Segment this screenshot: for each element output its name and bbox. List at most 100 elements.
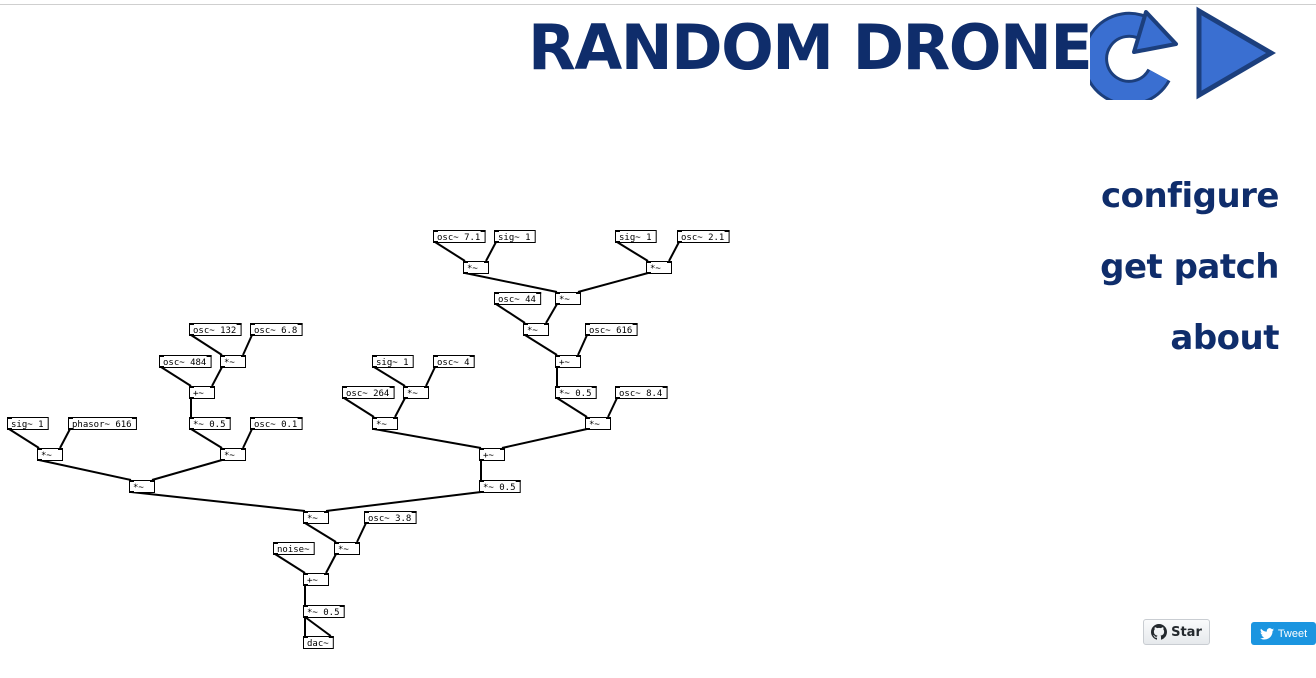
patch-wire [373, 428, 482, 449]
patch-wire [190, 334, 223, 356]
pd-inlet [303, 636, 308, 638]
pd-object-label: *~ [589, 420, 600, 430]
pd-object-box[interactable]: sig~ 1 [372, 355, 414, 368]
pd-object-label: *~ [376, 420, 387, 430]
pd-inlet [339, 605, 345, 607]
pd-inlet [220, 448, 225, 450]
star-label: Star [1171, 624, 1202, 640]
pd-object-label: osc~ 484 [163, 358, 206, 368]
pd-object-box[interactable]: osc~ 132 [189, 323, 242, 336]
pd-object-box[interactable]: *~ [220, 448, 246, 461]
pd-object-box[interactable]: +~ [303, 573, 329, 586]
pd-object-box[interactable]: *~ [523, 323, 549, 336]
pd-object-box[interactable]: *~ [555, 292, 581, 305]
pd-object-box[interactable]: osc~ 4 [433, 355, 475, 368]
pd-object-label: sig~ 1 [619, 233, 652, 243]
pd-object-box[interactable]: *~ [37, 448, 63, 461]
pd-object-box[interactable]: +~ [189, 386, 215, 399]
pd-inlet [220, 355, 225, 357]
pd-inlet [494, 230, 499, 232]
pd-inlet [297, 417, 303, 419]
pd-object-box[interactable]: osc~ 44 [494, 292, 542, 305]
pd-inlet [297, 323, 303, 325]
pd-inlet [724, 230, 730, 232]
pd-object-box[interactable]: osc~ 2.1 [677, 230, 730, 243]
pd-inlet [585, 323, 590, 325]
pd-object-box[interactable]: sig~ 1 [494, 230, 536, 243]
patch-wire [325, 491, 482, 512]
pd-object-box[interactable]: *~ [463, 261, 489, 274]
patch-wire [8, 428, 40, 449]
pd-inlet [576, 292, 581, 294]
pd-object-label: +~ [193, 389, 204, 399]
pd-object-box[interactable]: *~ 0.5 [479, 480, 521, 493]
pd-inlet [536, 292, 542, 294]
pd-object-label: +~ [559, 358, 570, 368]
pd-inlet [662, 386, 668, 388]
pd-object-box[interactable]: osc~ 484 [159, 355, 212, 368]
pd-object-box[interactable]: *~ [403, 386, 429, 399]
tweet-button[interactable]: Tweet [1251, 622, 1316, 645]
pd-inlet [189, 417, 194, 419]
pd-object-box[interactable]: *~ [303, 511, 329, 524]
pd-inlet [433, 355, 438, 357]
patch-wire [325, 553, 337, 574]
pd-inlet [494, 292, 499, 294]
pd-object-box[interactable]: *~ [334, 542, 360, 555]
pd-patch-canvas: osc~ 7.1 sig~ 1 sig~ 1 osc~ 2.1 *~ *~ osc~ 44 *… [7, 230, 730, 649]
pd-object-box[interactable]: osc~ 0.1 [250, 417, 303, 430]
pd-object-box[interactable]: *~ [220, 355, 246, 368]
pd-object-label: sig~ 1 [376, 358, 409, 368]
pd-inlet [523, 323, 528, 325]
pd-object-box[interactable]: *~ [372, 417, 398, 430]
pd-inlet [189, 386, 194, 388]
pd-object-box[interactable]: *~ 0.5 [303, 605, 345, 618]
pd-inlet [324, 573, 329, 575]
pd-inlet [342, 386, 347, 388]
pd-inlet [500, 448, 505, 450]
patch-wire [242, 334, 253, 356]
github-star-button[interactable]: Star [1143, 619, 1210, 645]
pd-inlet [250, 323, 255, 325]
pd-inlet [241, 448, 246, 450]
pd-object-box[interactable]: osc~ 264 [342, 386, 395, 399]
pd-inlet [225, 417, 231, 419]
pd-object-box[interactable]: osc~ 8.4 [615, 386, 668, 399]
patch-wire [151, 459, 223, 481]
pd-inlet [129, 480, 134, 482]
pd-inlet [463, 261, 468, 263]
pd-object-box[interactable]: dac~ [303, 636, 334, 649]
pd-object-label: *~ [407, 389, 418, 399]
pd-inlet [632, 323, 638, 325]
pd-object-box[interactable]: osc~ 3.8 [364, 511, 417, 524]
pd-inlet [7, 417, 12, 419]
pd-object-box[interactable]: *~ [646, 261, 672, 274]
pd-inlet [615, 386, 620, 388]
pd-object-box[interactable]: noise~ [273, 542, 315, 555]
pd-object-box[interactable]: +~ [555, 355, 581, 368]
pd-object-label: *~ 0.5 [483, 483, 516, 493]
pd-object-box[interactable]: osc~ 6.8 [250, 323, 303, 336]
pd-object-box[interactable]: *~ 0.5 [555, 386, 597, 399]
patch-boxes: osc~ 7.1 sig~ 1 sig~ 1 osc~ 2.1 *~ *~ osc~ 44 *… [7, 230, 730, 649]
pd-object-box[interactable]: osc~ 7.1 [433, 230, 486, 243]
pd-object-label: osc~ 6.8 [254, 326, 297, 336]
pd-inlet [484, 261, 489, 263]
pd-object-label: *~ [559, 295, 570, 305]
pd-object-box[interactable]: phasor~ 616 [68, 417, 137, 430]
pd-object-box[interactable]: *~ 0.5 [189, 417, 231, 430]
pd-object-box[interactable]: *~ [129, 480, 155, 493]
pd-inlet [250, 417, 255, 419]
pd-object-box[interactable]: sig~ 1 [615, 230, 657, 243]
pd-inlet [68, 417, 73, 419]
pd-object-box[interactable]: *~ [585, 417, 611, 430]
twitter-bird-icon [1259, 627, 1274, 640]
pd-object-box[interactable]: sig~ 1 [7, 417, 49, 430]
pd-object-label: noise~ [277, 545, 310, 555]
pd-object-box[interactable]: +~ [479, 448, 505, 461]
patch-wire [425, 366, 436, 387]
pd-object-label: *~ [224, 451, 235, 461]
pd-object-box[interactable]: osc~ 616 [585, 323, 638, 336]
patch-wire [616, 241, 649, 262]
patch-wire [668, 241, 680, 262]
